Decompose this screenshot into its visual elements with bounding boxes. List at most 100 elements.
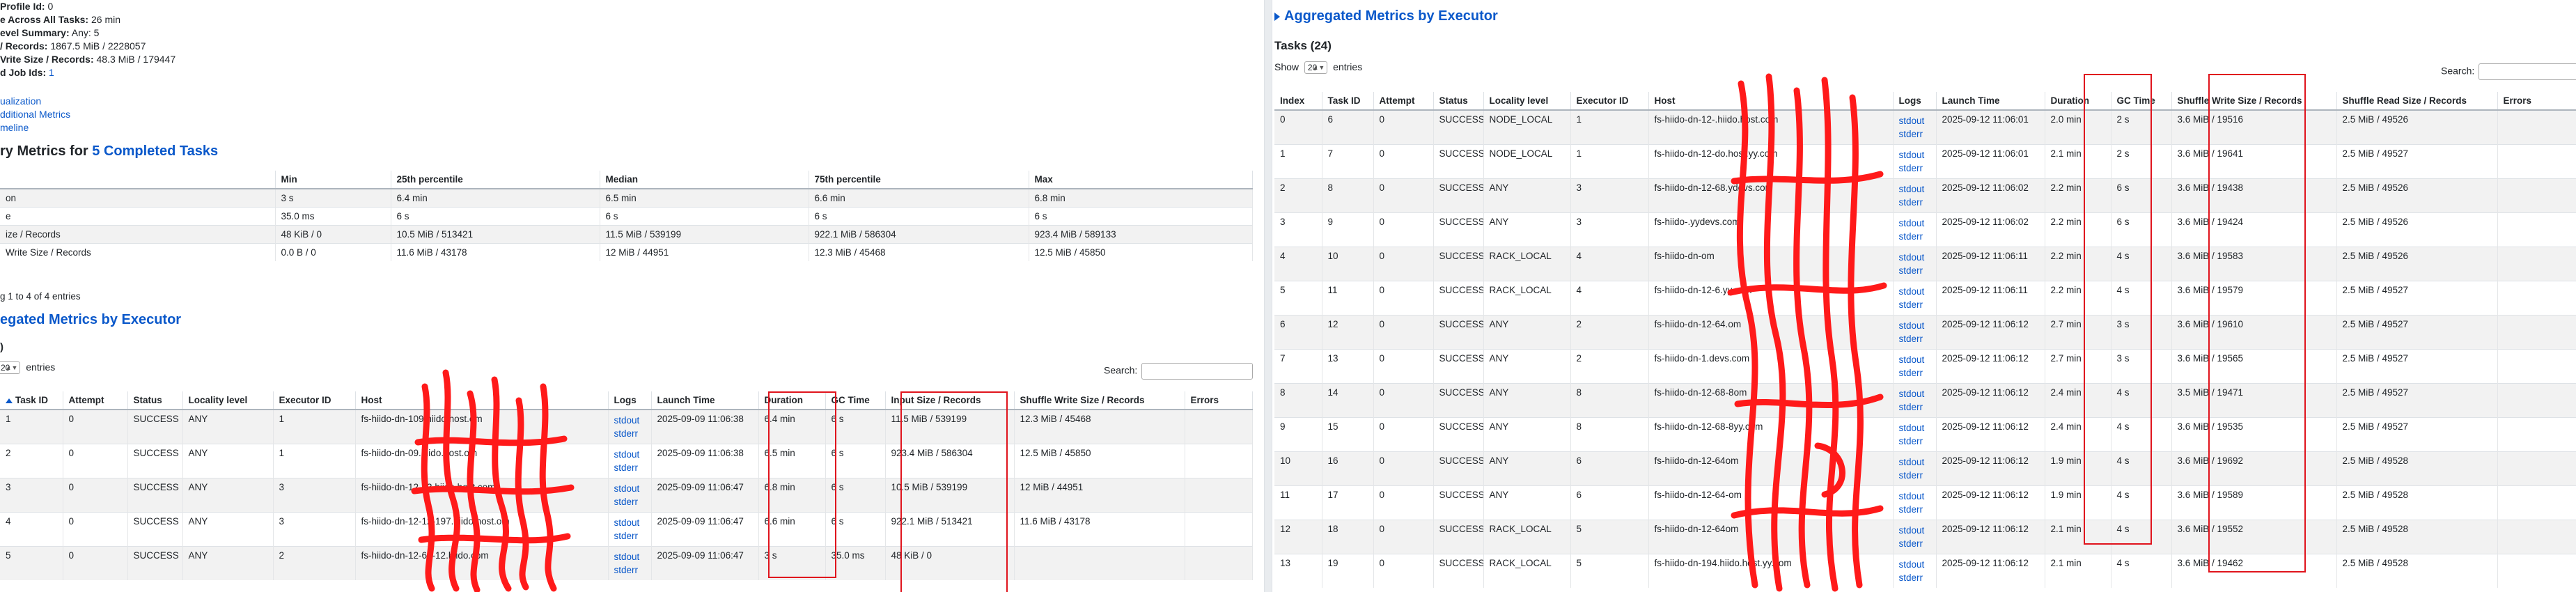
stderr-link[interactable]: stderr [1899, 435, 1930, 448]
job-id-link[interactable]: 1 [49, 67, 54, 78]
stdout-link[interactable]: stdout [1899, 182, 1930, 196]
stdout-link[interactable]: stdout [1899, 455, 1930, 469]
column-header[interactable]: Errors [2497, 92, 2576, 111]
summary-label: d Job Ids: [0, 67, 47, 78]
column-header[interactable]: Launch Time [1936, 92, 2045, 111]
summary-metrics-table: Min 25th percentile Median 75th percentile M… [0, 171, 1253, 261]
column-header[interactable]: Shuffle Write Size / Records [1014, 391, 1185, 410]
column-header[interactable]: Executor ID [273, 391, 356, 410]
stderr-link[interactable]: stderr [614, 427, 646, 440]
stderr-link[interactable]: stderr [1899, 127, 1930, 141]
cell-value: 2025-09-12 11:06:11 [1942, 285, 2028, 295]
table-cell: SUCCESS [127, 478, 183, 513]
stderr-link[interactable]: stderr [1899, 571, 1930, 584]
page-length-select[interactable]: 20 ▲▼ [0, 361, 21, 374]
table-cell: 0 [1373, 315, 1434, 350]
table-cell [1185, 546, 1253, 580]
column-header[interactable]: Max [1029, 171, 1253, 189]
column-header[interactable]: Attempt [63, 391, 128, 410]
table-row: 7 13 0 SUCCESS ANY 2 fs-hiido-dn-1.devs.com std… [1274, 349, 2576, 384]
table-cell [2497, 554, 2576, 588]
aggregated-metrics-link[interactable]: egated Metrics by Executor [0, 312, 181, 327]
column-header[interactable]: Status [1433, 92, 1484, 111]
stdout-link[interactable]: stdout [614, 550, 646, 563]
column-header[interactable]: Median [600, 171, 809, 189]
event-timeline-link[interactable]: meline [0, 122, 29, 133]
column-header[interactable]: 25th percentile [391, 171, 600, 189]
table-cell: 3 [1570, 178, 1649, 213]
column-header[interactable]: Launch Time [651, 391, 759, 410]
stderr-link[interactable]: stderr [1899, 264, 1930, 277]
stderr-link[interactable]: stderr [614, 529, 646, 543]
aggregated-metrics-link-right[interactable]: Aggregated Metrics by Executor [1284, 8, 1498, 24]
cell-value: 2.2 min [2050, 182, 2082, 193]
stderr-link[interactable]: stderr [1899, 537, 1930, 550]
column-header[interactable]: Errors [1185, 391, 1253, 410]
stderr-link[interactable]: stderr [1899, 366, 1930, 380]
stderr-link[interactable]: stderr [1899, 400, 1930, 414]
column-header[interactable]: Duration [2045, 92, 2111, 111]
stdout-link[interactable]: stdout [614, 482, 646, 495]
stderr-link[interactable]: stderr [1899, 196, 1930, 209]
column-header[interactable]: Status [127, 391, 183, 410]
column-header[interactable]: Task ID [0, 391, 63, 410]
stdout-link[interactable]: stdout [1899, 387, 1930, 400]
cell-value: 0 [1379, 114, 1385, 125]
stderr-link[interactable]: stderr [1899, 469, 1930, 482]
column-header[interactable] [0, 171, 276, 189]
column-header[interactable]: Shuffle Write Size / Records [2171, 92, 2337, 111]
stdout-link[interactable]: stdout [1899, 558, 1930, 571]
aggregated-metrics-toggle-right[interactable]: Aggregated Metrics by Executor [1274, 8, 1498, 24]
stdout-link[interactable]: stdout [1899, 251, 1930, 264]
stdout-link[interactable]: stdout [1899, 285, 1930, 298]
column-header[interactable]: Duration [758, 391, 826, 410]
stdout-link[interactable]: stdout [1899, 319, 1930, 332]
column-header[interactable]: GC Time [825, 391, 886, 410]
stdout-link[interactable]: stdout [1899, 217, 1930, 230]
stdout-link[interactable]: stdout [614, 448, 646, 461]
stderr-link[interactable]: stderr [1899, 503, 1930, 516]
stderr-link[interactable]: stderr [614, 563, 646, 577]
additional-metrics-link[interactable]: dditional Metrics [0, 109, 70, 120]
aggregated-metrics-toggle[interactable]: egated Metrics by Executor [0, 312, 181, 328]
column-header[interactable]: Shuffle Read Size / Records [2336, 92, 2498, 111]
column-header-label: Status [1439, 95, 1468, 106]
stderr-link[interactable]: stderr [1899, 332, 1930, 345]
stdout-link[interactable]: stdout [1899, 148, 1930, 162]
stdout-link[interactable]: stdout [1899, 421, 1930, 435]
column-header[interactable]: Locality level [182, 391, 274, 410]
stderr-link[interactable]: stderr [1899, 298, 1930, 311]
column-header[interactable]: 75th percentile [809, 171, 1029, 189]
column-header[interactable]: Index [1274, 92, 1322, 111]
table-cell: 2.5 MiB / 49526 [2336, 178, 2498, 213]
column-header[interactable]: GC Time [2111, 92, 2172, 111]
stderr-link[interactable]: stderr [614, 495, 646, 508]
stdout-link[interactable]: stdout [1899, 490, 1930, 503]
dag-visualization-link[interactable]: ualization [0, 95, 41, 107]
stdout-link[interactable]: stdout [614, 516, 646, 529]
search-input-right[interactable] [2479, 63, 2576, 80]
completed-tasks-link[interactable]: 5 Completed Tasks [92, 143, 218, 159]
column-header[interactable]: Attempt [1373, 92, 1434, 111]
stdout-link[interactable]: stdout [1899, 524, 1930, 537]
stderr-link[interactable]: stderr [1899, 162, 1930, 175]
column-header[interactable]: Executor ID [1570, 92, 1649, 111]
cell-value: 11 [1327, 285, 1338, 295]
search-input[interactable] [1141, 363, 1254, 380]
stderr-link[interactable]: stderr [614, 461, 646, 474]
column-header[interactable]: Host [355, 391, 609, 410]
stdout-link[interactable]: stdout [1899, 114, 1930, 127]
column-header[interactable]: Min [275, 171, 391, 189]
stdout-link[interactable]: stdout [1899, 353, 1930, 366]
column-header[interactable]: Logs [1893, 92, 1937, 111]
column-header[interactable]: Locality level [1483, 92, 1571, 111]
stdout-link[interactable]: stdout [614, 414, 646, 427]
stderr-link[interactable]: stderr [1899, 230, 1930, 243]
column-header[interactable]: Input Size / Records [885, 391, 1015, 410]
column-header[interactable]: Logs [608, 391, 652, 410]
page-length-select-right[interactable]: 20 ▲▼ [1304, 61, 1328, 74]
column-header[interactable]: Task ID [1322, 92, 1374, 111]
table-cell: 6 s [1029, 207, 1253, 226]
column-header[interactable]: Host [1648, 92, 1894, 111]
table-cell: 2.2 min [2045, 178, 2111, 213]
